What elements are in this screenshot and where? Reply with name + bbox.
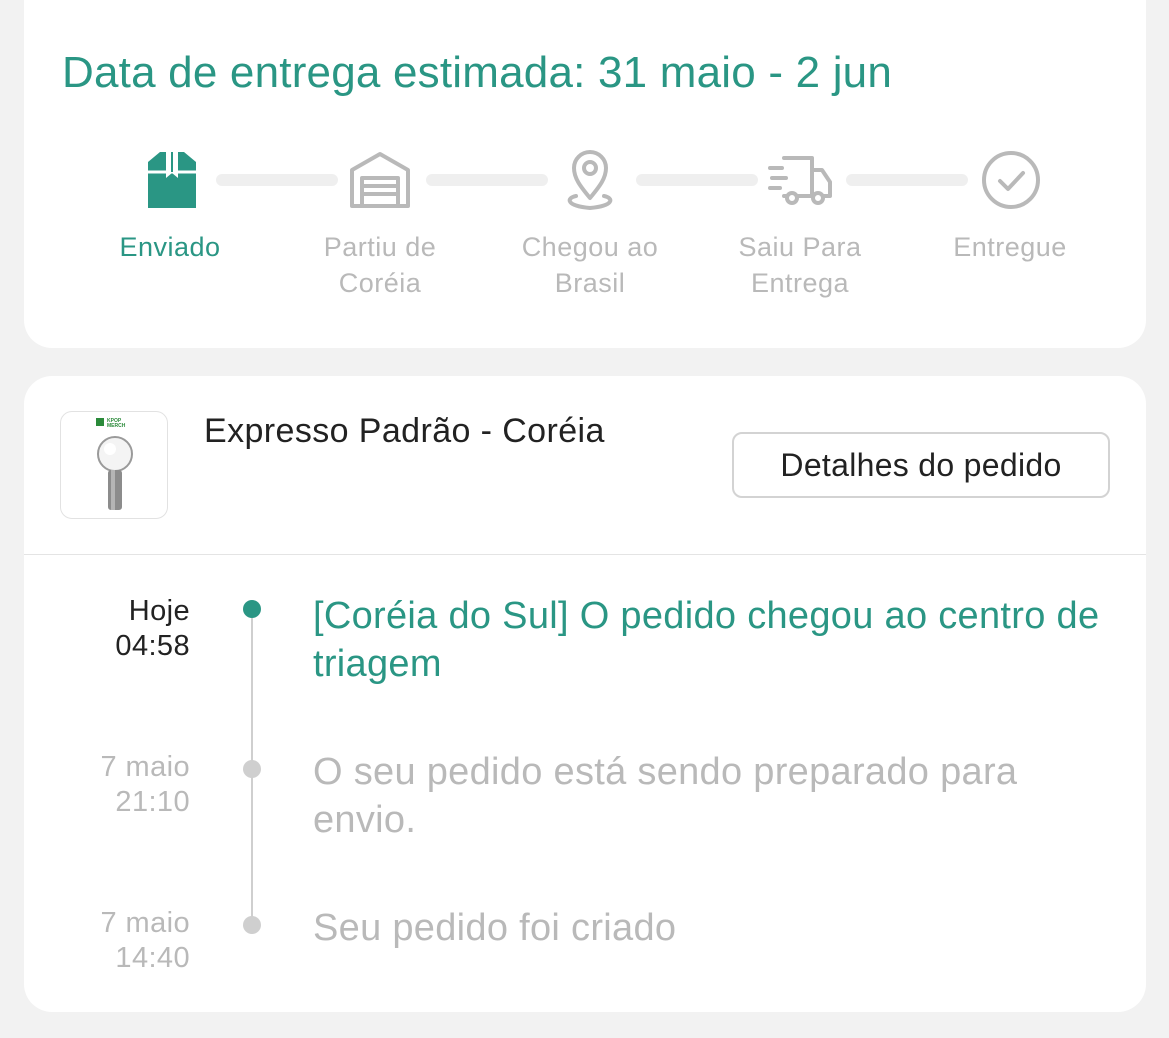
timeline-event-time: 21:10 xyxy=(115,786,190,818)
progress-connector xyxy=(426,174,548,186)
timeline-event-date: Hoje xyxy=(128,595,190,627)
package-icon xyxy=(140,148,204,212)
progress-connector xyxy=(636,174,758,186)
location-pin-icon xyxy=(558,148,622,212)
order-details-button[interactable]: Detalhes do pedido xyxy=(732,432,1110,498)
divider xyxy=(24,554,1146,555)
delivery-truck-icon xyxy=(768,148,832,212)
delivery-status-card: Data de entrega estimada: 31 maio - 2 ju… xyxy=(24,0,1146,348)
timeline-event-text: O seu pedido está sendo preparado para e… xyxy=(313,751,1018,841)
step-label-entregue: Entregue xyxy=(953,232,1067,262)
timeline-dot xyxy=(243,916,261,934)
timeline-event-date: 7 maio xyxy=(100,751,190,783)
product-logo-text: KPOP MERCH xyxy=(107,418,126,429)
timeline-event-datetime: 7 maio 14:40 xyxy=(50,906,190,976)
progress-connector xyxy=(846,174,968,186)
timeline-dot-active xyxy=(243,600,261,618)
shipment-tracking-card: KPOP MERCH Expresso Padrão - Coréia Detal… xyxy=(24,376,1146,1012)
progress-connector xyxy=(216,174,338,186)
estimated-delivery-title: Data de entrega estimada: 31 maio - 2 ju… xyxy=(62,48,893,97)
step-label-enviado: Enviado xyxy=(119,232,221,262)
timeline-dot xyxy=(243,760,261,778)
timeline-event-date: 7 maio xyxy=(100,907,190,939)
shipping-method: Expresso Padrão - Coréia xyxy=(204,412,605,450)
check-circle-icon xyxy=(979,148,1043,212)
step-label-saiu-para-entrega: Saiu Para Entrega xyxy=(738,232,862,298)
step-label-chegou-ao-brasil: Chegou ao Brasil xyxy=(521,232,659,298)
step-label-partiu-de-coreia: Partiu de Coréia xyxy=(323,232,437,298)
warehouse-icon xyxy=(348,148,412,212)
product-thumbnail[interactable]: KPOP MERCH xyxy=(60,411,168,519)
timeline-event-text: Seu pedido foi criado xyxy=(313,907,677,949)
product-image: KPOP MERCH xyxy=(96,418,133,510)
timeline-event-datetime: 7 maio 21:10 xyxy=(50,750,190,820)
timeline-event-datetime: Hoje 04:58 xyxy=(50,594,190,664)
timeline-event-text: [Coréia do Sul] O pedido chegou ao centr… xyxy=(313,595,1100,685)
timeline-event-time: 14:40 xyxy=(115,942,190,974)
timeline-event-time: 04:58 xyxy=(115,630,190,662)
